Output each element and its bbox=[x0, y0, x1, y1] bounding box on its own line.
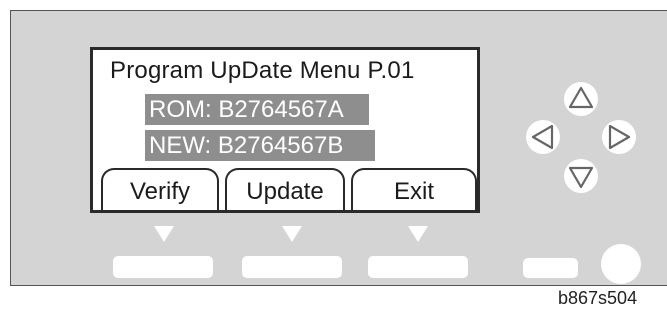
rom-version-row: ROM: B2764567A bbox=[145, 94, 369, 125]
menu-title: Program UpDate Menu P.01 bbox=[110, 57, 415, 84]
softkey-update[interactable]: Update bbox=[225, 168, 345, 210]
arrow-right-key[interactable] bbox=[602, 120, 636, 154]
selection-key-2[interactable] bbox=[242, 256, 342, 278]
new-version-row: NEW: B2764567B bbox=[145, 130, 375, 161]
lcd-screen: Program UpDate Menu P.01 ROM: B2764567A … bbox=[90, 47, 480, 213]
arrow-down-key[interactable] bbox=[564, 159, 598, 193]
ok-key[interactable] bbox=[601, 244, 641, 284]
figure-id: b867s504 bbox=[558, 288, 638, 308]
softkey-indicator-1 bbox=[154, 226, 174, 242]
softkey-indicator-3 bbox=[408, 226, 428, 242]
softkey-exit[interactable]: Exit bbox=[351, 168, 477, 210]
selection-key-3[interactable] bbox=[368, 256, 468, 278]
control-panel: Program UpDate Menu P.01 ROM: B2764567A … bbox=[10, 10, 667, 286]
arrow-up-icon bbox=[568, 86, 594, 109]
selection-key-1[interactable] bbox=[113, 256, 213, 278]
arrow-down-icon bbox=[568, 166, 594, 189]
arrow-left-icon bbox=[531, 124, 554, 150]
softkey-verify[interactable]: Verify bbox=[101, 168, 219, 210]
softkey-indicator-2 bbox=[282, 226, 302, 242]
cancel-key[interactable] bbox=[523, 258, 578, 278]
arrow-left-key[interactable] bbox=[526, 120, 560, 154]
arrow-up-key[interactable] bbox=[564, 82, 598, 116]
arrow-right-icon bbox=[608, 124, 631, 150]
